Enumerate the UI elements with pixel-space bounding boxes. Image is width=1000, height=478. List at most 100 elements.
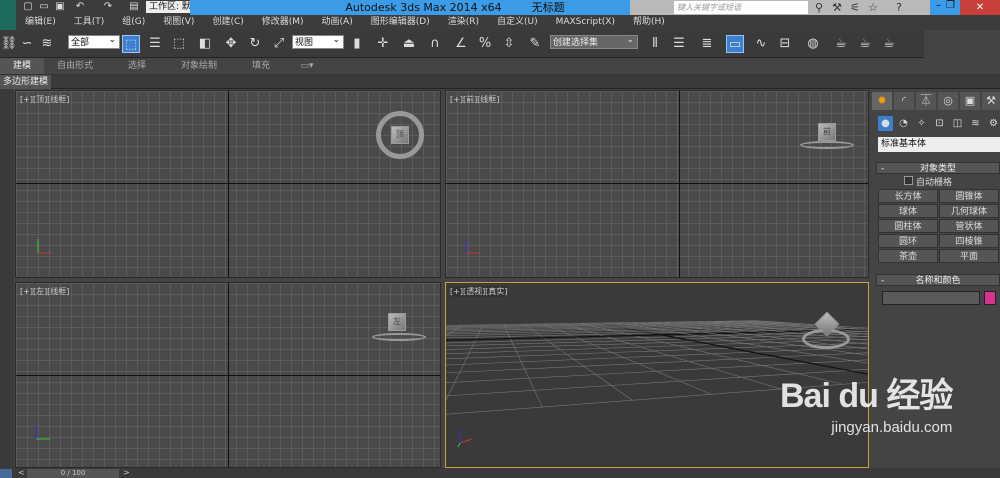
menu-modifiers[interactable]: 修改器(M) xyxy=(253,15,313,30)
cameras-icon[interactable]: ⊡ xyxy=(932,116,947,131)
torus-button[interactable]: 圆环 xyxy=(878,234,938,248)
edit-named-selection-icon[interactable]: ✎ xyxy=(526,35,544,53)
scene-explorer-icon[interactable]: ▭ xyxy=(726,35,744,53)
viewport-label[interactable]: [+][前][线框] xyxy=(450,94,499,105)
viewport-left[interactable]: [+][左][线框] 左 xyxy=(15,282,441,468)
menu-graph-editors[interactable]: 图形编辑器(D) xyxy=(362,15,439,30)
search-input[interactable]: 键入关键字或短语 xyxy=(674,1,808,14)
viewport-label[interactable]: [+][顶][线框] xyxy=(20,94,69,105)
ribbon-options-icon[interactable]: ▭▾ xyxy=(292,58,322,74)
tube-button[interactable]: 管状体 xyxy=(939,219,999,233)
align-icon[interactable]: ☰ xyxy=(670,35,688,53)
select-object-icon[interactable]: ⬚ xyxy=(122,35,140,53)
spinner-snap-icon[interactable]: ⇳ xyxy=(500,35,518,53)
menu-group[interactable]: 组(G) xyxy=(113,15,154,30)
create-tab-icon[interactable]: ✹ xyxy=(872,92,892,110)
frame-indicator[interactable]: 0 / 100 xyxy=(27,469,119,478)
open-file-icon[interactable]: ▭ xyxy=(38,1,50,13)
help-icon[interactable]: ? xyxy=(892,1,906,14)
space-warps-icon[interactable]: ≋ xyxy=(968,116,983,131)
object-color-swatch[interactable] xyxy=(984,291,996,305)
cylinder-button[interactable]: 圆柱体 xyxy=(878,219,938,233)
menu-customize[interactable]: 自定义(U) xyxy=(488,15,547,30)
layer-manager-icon[interactable]: ≣ xyxy=(698,35,716,53)
geosphere-button[interactable]: 几何球体 xyxy=(939,204,999,218)
wrench-icon[interactable]: ⚒ xyxy=(830,1,844,14)
tab-object-paint[interactable]: 对象绘制 xyxy=(168,58,230,74)
render-setup-icon[interactable]: ☕ xyxy=(832,35,850,53)
tab-populate[interactable]: 填充 xyxy=(230,58,292,74)
menu-help[interactable]: 帮助(H) xyxy=(624,15,674,30)
prev-frame-button[interactable]: < xyxy=(18,468,25,477)
shapes-icon[interactable]: ◔ xyxy=(896,116,911,131)
name-and-color-rollout[interactable]: - 名称和颜色 xyxy=(876,274,1000,286)
select-manipulate-icon[interactable]: ✛ xyxy=(374,35,392,53)
modify-tab-icon[interactable]: ◜ xyxy=(894,92,914,110)
mirror-icon[interactable]: ⫴ xyxy=(646,35,664,53)
viewport-top[interactable]: [+][顶][线框] 顶 xyxy=(15,90,441,278)
pyramid-button[interactable]: 四棱锥 xyxy=(939,234,999,248)
mini-curve-toggle[interactable] xyxy=(0,469,12,478)
window-crossing-icon[interactable]: ◧ xyxy=(196,35,214,53)
teapot-button[interactable]: 茶壶 xyxy=(878,249,938,263)
menu-animation[interactable]: 动画(A) xyxy=(313,15,362,30)
systems-icon[interactable]: ⚙ xyxy=(986,116,1000,131)
viewcube[interactable]: 左 xyxy=(388,313,406,331)
close-button[interactable]: ✕ xyxy=(960,0,1000,15)
menu-create[interactable]: 创建(C) xyxy=(203,15,252,30)
new-file-icon[interactable]: ▢ xyxy=(22,1,34,13)
motion-tab-icon[interactable]: ◎ xyxy=(938,92,958,110)
viewcube[interactable]: 前 xyxy=(818,123,836,141)
viewcube[interactable]: 顶 xyxy=(391,126,409,144)
autogrid-checkbox[interactable] xyxy=(904,176,913,185)
lights-icon[interactable]: ✧ xyxy=(914,116,929,131)
named-selection-dropdown[interactable]: 创建选择集 xyxy=(550,33,638,49)
tab-selection[interactable]: 选择 xyxy=(106,58,168,74)
material-editor-icon[interactable]: ◍ xyxy=(804,35,822,53)
menu-tools[interactable]: 工具(T) xyxy=(65,15,114,30)
undo-icon[interactable]: ↶ xyxy=(74,1,86,13)
redo-icon[interactable]: ↷ xyxy=(102,1,114,13)
next-frame-button[interactable]: > xyxy=(123,468,130,477)
plane-button[interactable]: 平面 xyxy=(939,249,999,263)
menu-maxscript[interactable]: MAXScript(X) xyxy=(547,15,624,30)
app-logo[interactable] xyxy=(0,0,16,30)
viewport-label[interactable]: [+][透视][真实] xyxy=(450,286,508,297)
cone-button[interactable]: 圆锥体 xyxy=(939,189,999,203)
schematic-view-icon[interactable]: ⊟ xyxy=(776,35,794,53)
curve-editor-icon[interactable]: ∿ xyxy=(752,35,770,53)
category-dropdown[interactable]: 标准基本体 xyxy=(878,137,1000,152)
save-icon[interactable]: ▣ xyxy=(54,1,66,13)
star-icon[interactable]: ☆ xyxy=(866,1,880,14)
restore-button[interactable]: ❐ xyxy=(946,0,955,11)
rendered-frame-window-icon[interactable]: ☕ xyxy=(856,35,874,53)
render-production-icon[interactable]: ☕ xyxy=(880,35,898,53)
selection-filter-dropdown[interactable]: 全部 xyxy=(68,33,120,49)
display-tab-icon[interactable]: ▣ xyxy=(960,92,980,110)
scale-icon[interactable]: ⤢ xyxy=(270,35,288,53)
unlink-icon[interactable]: ∽ xyxy=(18,35,36,53)
viewport-label[interactable]: [+][左][线框] xyxy=(20,286,69,297)
hierarchy-tab-icon[interactable]: ⏄ xyxy=(916,92,936,110)
link-icon[interactable]: ⛓ xyxy=(0,35,18,53)
box-button[interactable]: 长方体 xyxy=(878,189,938,203)
menu-views[interactable]: 视图(V) xyxy=(154,15,203,30)
tab-modeling[interactable]: 建模 xyxy=(0,58,44,74)
binoculars-icon[interactable]: ⚲ xyxy=(812,1,826,14)
snaps-toggle-icon[interactable]: ∩ xyxy=(426,35,444,53)
polygon-modeling-label[interactable]: 多边形建模 xyxy=(0,75,52,89)
object-type-rollout[interactable]: - 对象类型 xyxy=(876,162,1000,174)
project-folder-icon[interactable]: ▤ xyxy=(128,1,140,13)
reference-coordinate-dropdown[interactable]: 视图 xyxy=(292,33,344,49)
bind-space-warp-icon[interactable]: ≋ xyxy=(38,35,56,53)
helpers-icon[interactable]: ◫ xyxy=(950,116,965,131)
move-icon[interactable]: ✥ xyxy=(222,35,240,53)
menu-rendering[interactable]: 渲染(R) xyxy=(439,15,488,30)
pivot-center-icon[interactable]: ▮ xyxy=(348,35,366,53)
minimize-button[interactable]: – xyxy=(936,0,941,11)
sphere-button[interactable]: 球体 xyxy=(878,204,938,218)
geometry-icon[interactable]: ● xyxy=(878,116,893,131)
satellite-icon[interactable]: ⚟ xyxy=(848,1,862,14)
percent-snap-icon[interactable]: % xyxy=(476,35,494,53)
rotate-icon[interactable]: ↻ xyxy=(246,35,264,53)
